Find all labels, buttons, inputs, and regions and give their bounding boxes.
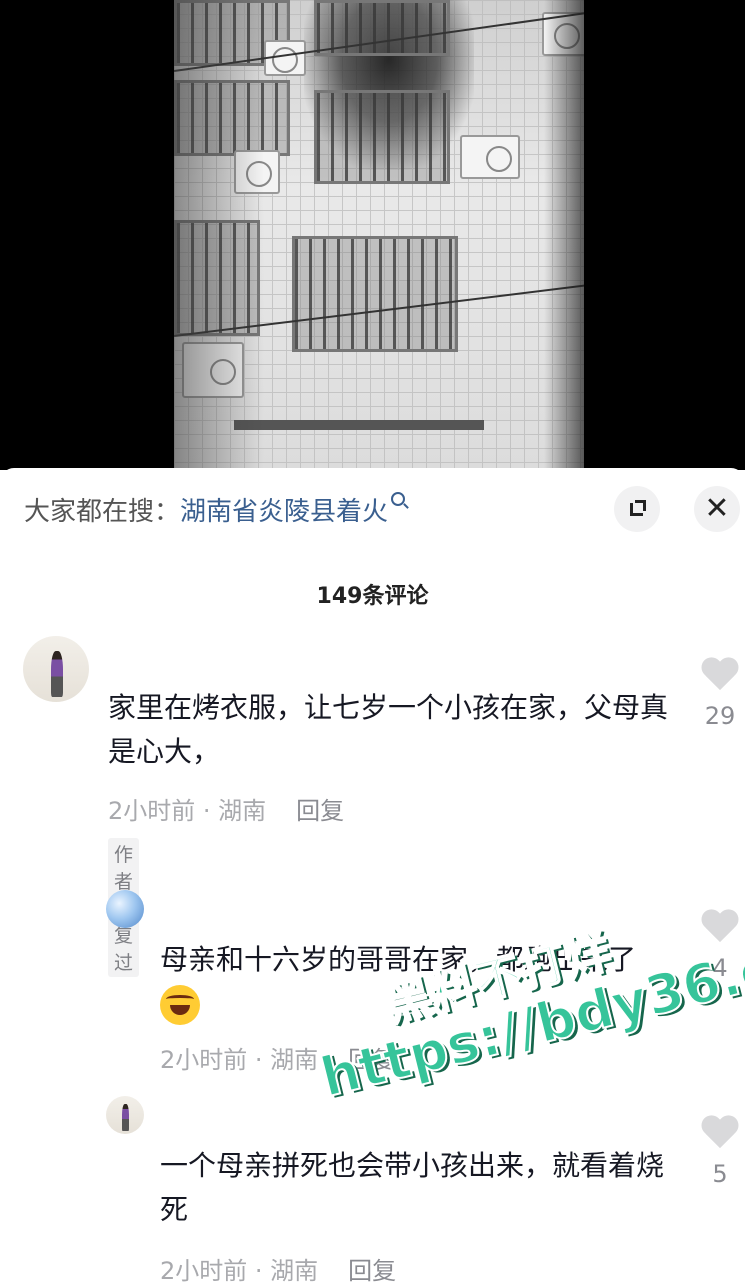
comment-meta: 2小时前 · 湖南 回复 <box>160 1251 396 1286</box>
like-count: 5 <box>712 1160 728 1188</box>
reply-button[interactable]: 回复 <box>348 1046 396 1074</box>
avatar[interactable] <box>106 1096 144 1134</box>
trending-search-prefix: 大家都在搜： <box>24 497 181 527</box>
avatar[interactable] <box>106 890 144 928</box>
heart-icon <box>700 1116 740 1152</box>
expand-button[interactable] <box>614 486 660 532</box>
heart-icon <box>700 910 740 946</box>
comment-time-location: 2小时前 · 湖南 <box>108 797 267 825</box>
laughing-crying-emoji-icon <box>160 985 200 1025</box>
close-icon: ✕ <box>704 491 730 526</box>
comment-text: 一个母亲拼死也会带小孩出来，就看着烧死 <box>160 1149 665 1226</box>
comment-text-content: 母亲和十六岁的哥哥在家，都跑出来了 <box>160 943 637 976</box>
comment-meta: 2小时前 · 湖南 回复 <box>108 791 344 826</box>
trending-search-bar[interactable]: 大家都在搜：湖南省炎陵县着火 <box>24 492 406 528</box>
heart-icon <box>700 658 740 694</box>
comment-text: 家里在烤衣服，让七岁一个小孩在家，父母真是心大， <box>108 691 669 768</box>
like-button[interactable]: 29 <box>690 658 745 730</box>
video-frame-building-fire <box>174 0 584 470</box>
like-count: 4 <box>712 954 728 982</box>
avatar[interactable] <box>23 636 89 702</box>
expand-icon <box>630 500 646 516</box>
search-icon <box>391 492 406 506</box>
comment-meta: 2小时前 · 湖南 回复 <box>160 1040 396 1075</box>
reply-button[interactable]: 回复 <box>348 1257 396 1285</box>
comment-time-location: 2小时前 · 湖南 <box>160 1046 319 1074</box>
video-player[interactable] <box>0 0 745 470</box>
trending-search-term[interactable]: 湖南省炎陵县着火 <box>180 497 388 527</box>
comment-time-location: 2小时前 · 湖南 <box>160 1257 319 1285</box>
like-button[interactable]: 4 <box>690 910 745 982</box>
reply-button[interactable]: 回复 <box>296 797 344 825</box>
comments-sheet: 大家都在搜：湖南省炎陵县着火 ✕ 149条评论 家里在烤衣服，让七岁一个小孩在家… <box>0 468 745 1285</box>
comment-text: 母亲和十六岁的哥哥在家，都跑出来了 <box>160 938 680 1026</box>
like-button[interactable]: 5 <box>690 1116 745 1188</box>
comment-count-title: 149条评论 <box>316 584 429 609</box>
like-count: 29 <box>704 702 736 730</box>
close-button[interactable]: ✕ <box>694 486 740 532</box>
